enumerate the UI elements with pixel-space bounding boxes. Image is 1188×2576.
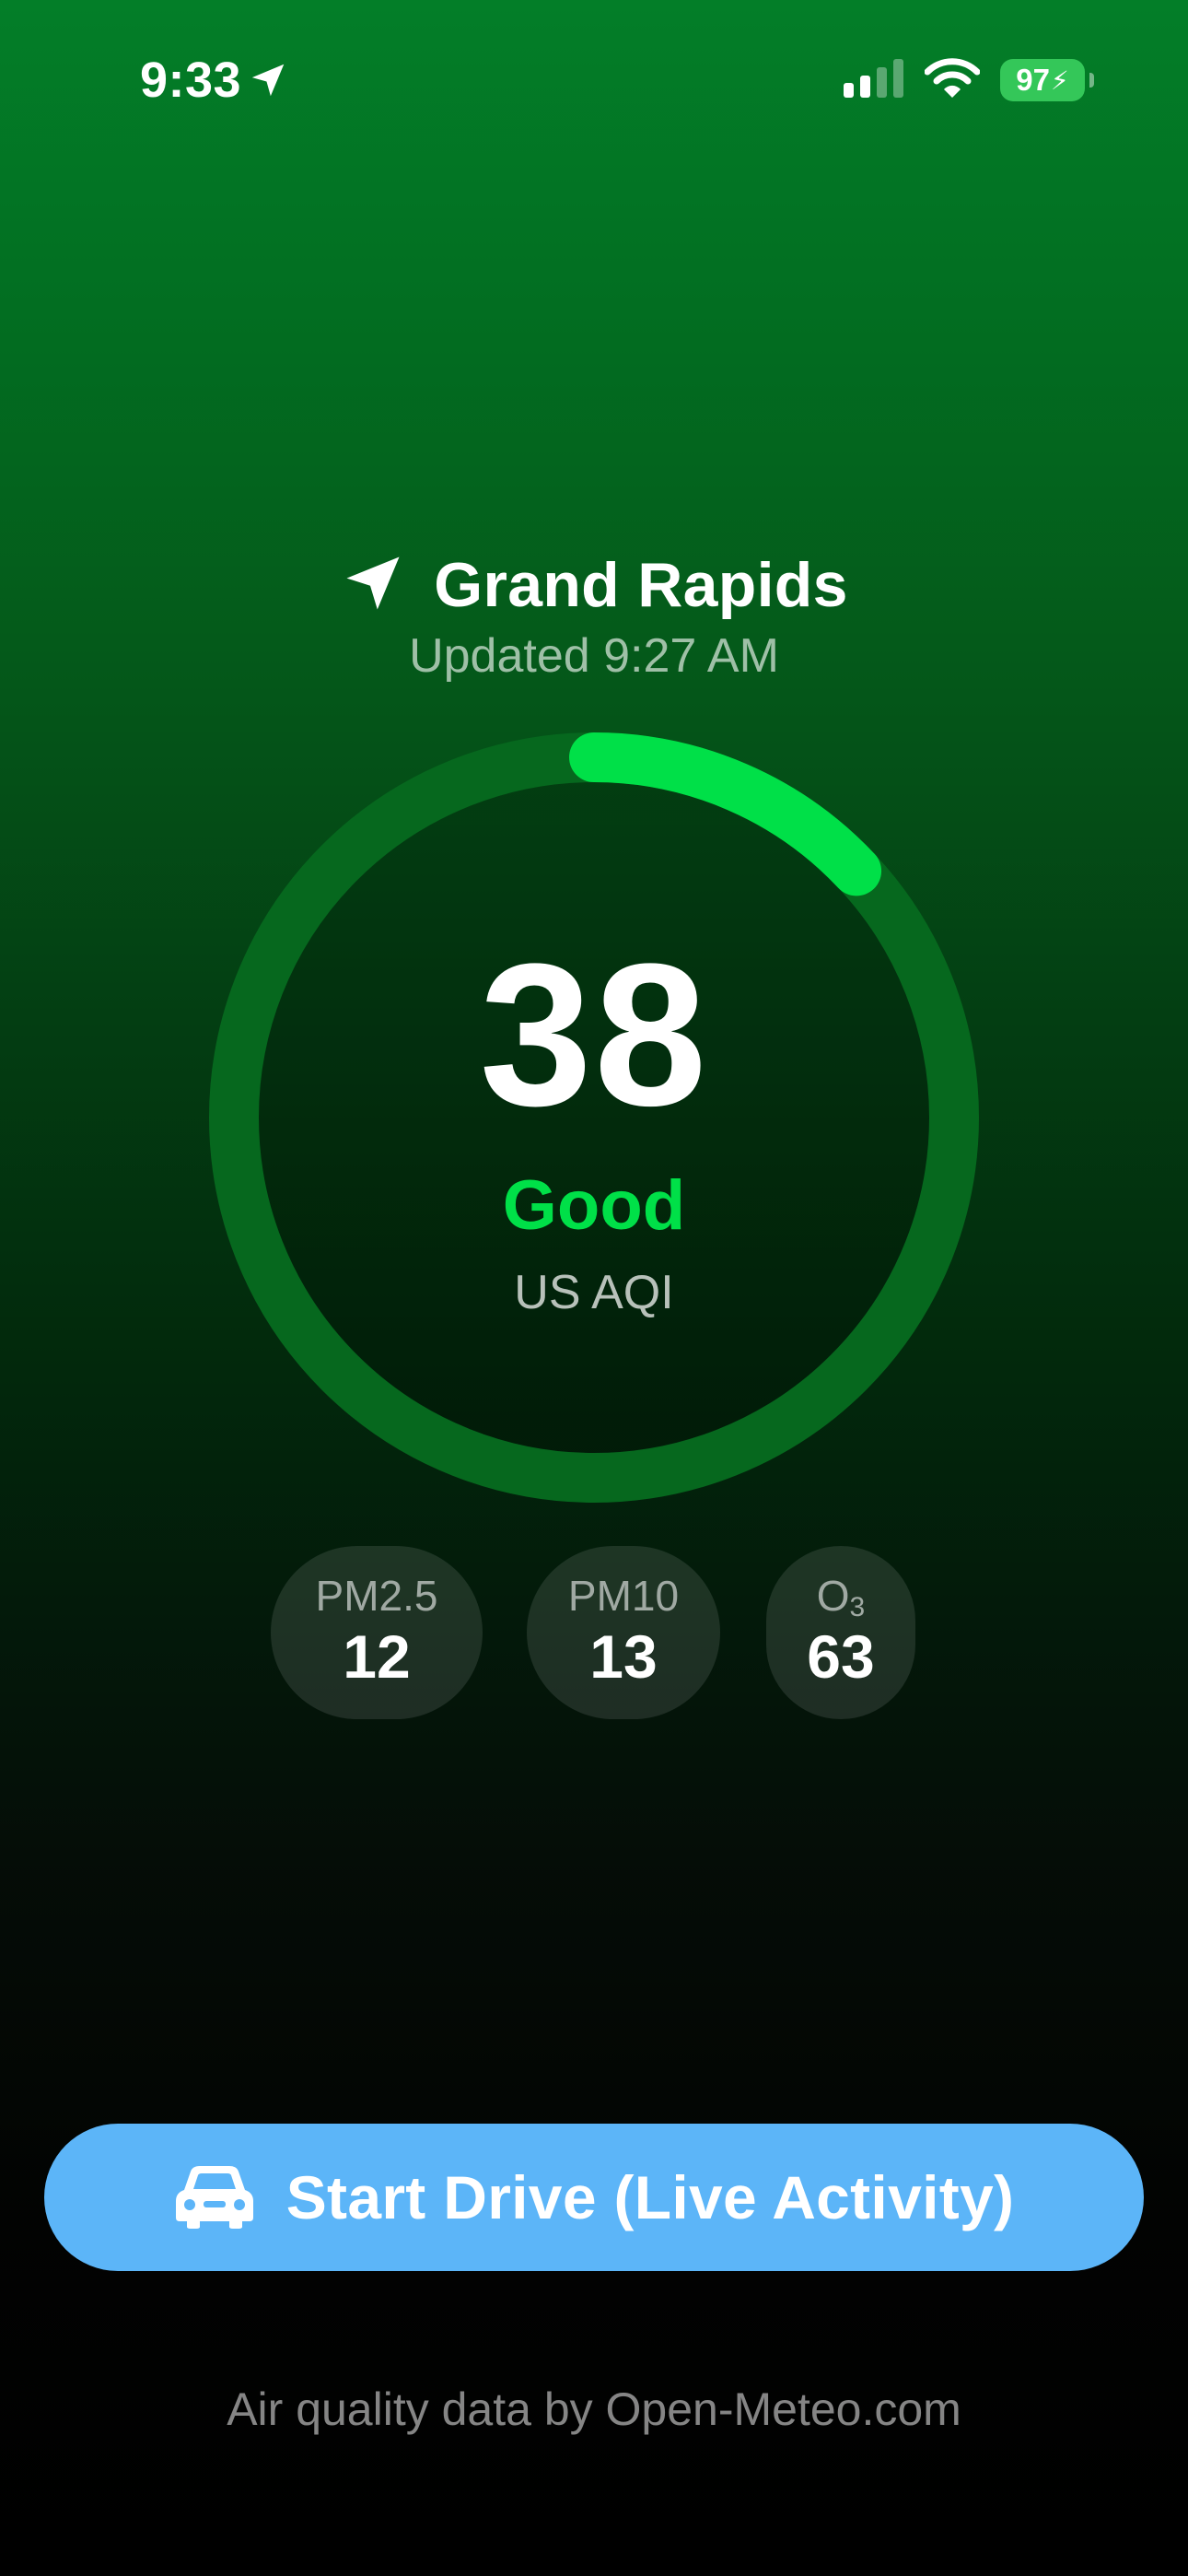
city-name: Grand Rapids xyxy=(434,550,848,620)
battery-percent: 97 xyxy=(1016,63,1051,97)
charging-bolt-icon: ⚡ xyxy=(1051,65,1069,95)
pollutant-label-base: O xyxy=(816,1571,850,1620)
battery-cap xyxy=(1089,73,1094,88)
pollutant-label: PM2.5 xyxy=(315,1571,438,1620)
battery-icon: 97 ⚡ xyxy=(1000,59,1094,101)
pollutant-pill-o3: O3 63 xyxy=(766,1546,915,1719)
cellular-signal-icon xyxy=(844,58,904,102)
pollutant-label: PM10 xyxy=(567,1571,680,1620)
status-bar-indicators: 97 ⚡ xyxy=(844,53,1094,107)
location-services-icon xyxy=(247,59,289,101)
pollutant-label: O3 xyxy=(816,1571,866,1622)
aqi-category: Good xyxy=(502,1166,686,1245)
wifi-icon xyxy=(924,57,981,103)
aqi-scale-label: US AQI xyxy=(514,1266,674,1319)
location-arrow-icon xyxy=(340,550,406,621)
pollutant-pill-pm25: PM2.5 12 xyxy=(271,1546,483,1719)
location-header[interactable]: Grand Rapids xyxy=(0,544,1188,626)
pollutant-label-subscript: 3 xyxy=(849,1591,866,1622)
car-icon xyxy=(174,2164,255,2231)
pollutant-value: 13 xyxy=(589,1622,658,1691)
aqi-value: 38 xyxy=(479,921,709,1148)
pollutant-value: 12 xyxy=(343,1622,411,1691)
last-updated-text: Updated 9:27 AM xyxy=(409,629,779,683)
start-drive-button[interactable]: Start Drive (Live Activity) xyxy=(44,2124,1144,2271)
pollutant-pill-pm10: PM10 13 xyxy=(527,1546,720,1719)
aqi-gauge: 38 Good US AQI xyxy=(209,732,979,1503)
start-drive-label: Start Drive (Live Activity) xyxy=(285,2163,1015,2231)
data-attribution[interactable]: Air quality data by Open-Meteo.com xyxy=(0,2383,1188,2436)
status-time-text: 9:33 xyxy=(140,53,242,108)
status-bar-time: 9:33 xyxy=(140,48,289,112)
pollutant-value: 63 xyxy=(807,1622,875,1691)
